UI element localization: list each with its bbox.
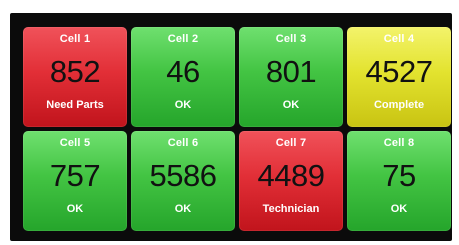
cell-tile-6[interactable]: Cell 6 5586 OK bbox=[131, 131, 235, 231]
cell-tile-5[interactable]: Cell 5 757 OK bbox=[23, 131, 127, 231]
cell-status: Technician bbox=[262, 203, 320, 215]
cell-count: 4489 bbox=[257, 158, 325, 193]
cell-status: OK bbox=[282, 99, 300, 111]
cell-name: Cell 8 bbox=[383, 137, 415, 149]
cell-count: 4527 bbox=[365, 54, 433, 89]
cell-status: Need Parts bbox=[46, 99, 104, 111]
cell-tile-8[interactable]: Cell 8 75 OK bbox=[347, 131, 451, 231]
cell-status-panel: Cell 1 852 Need Parts Cell 2 46 OK Cell … bbox=[10, 13, 452, 241]
cell-tile-3[interactable]: Cell 3 801 OK bbox=[239, 27, 343, 127]
cell-status: OK bbox=[174, 99, 192, 111]
cell-name: Cell 6 bbox=[167, 137, 199, 149]
cell-count: 46 bbox=[166, 54, 200, 89]
cell-tile-2[interactable]: Cell 2 46 OK bbox=[131, 27, 235, 127]
cell-name: Cell 2 bbox=[167, 33, 199, 45]
cell-count: 852 bbox=[49, 54, 101, 89]
cell-status: OK bbox=[390, 203, 408, 215]
cell-count: 757 bbox=[49, 158, 101, 193]
cell-count: 75 bbox=[382, 158, 416, 193]
cell-tile-1[interactable]: Cell 1 852 Need Parts bbox=[23, 27, 127, 127]
cell-name: Cell 1 bbox=[59, 33, 91, 45]
cell-name: Cell 3 bbox=[275, 33, 307, 45]
cell-status: OK bbox=[66, 203, 84, 215]
cell-grid: Cell 1 852 Need Parts Cell 2 46 OK Cell … bbox=[23, 27, 451, 231]
cell-name: Cell 5 bbox=[59, 137, 91, 149]
cell-count: 801 bbox=[265, 54, 317, 89]
cell-tile-4[interactable]: Cell 4 4527 Complete bbox=[347, 27, 451, 127]
cell-status: OK bbox=[174, 203, 192, 215]
cell-status: Complete bbox=[373, 99, 425, 111]
cell-name: Cell 4 bbox=[383, 33, 415, 45]
cell-name: Cell 7 bbox=[275, 137, 307, 149]
cell-tile-7[interactable]: Cell 7 4489 Technician bbox=[239, 131, 343, 231]
cell-count: 5586 bbox=[149, 158, 217, 193]
